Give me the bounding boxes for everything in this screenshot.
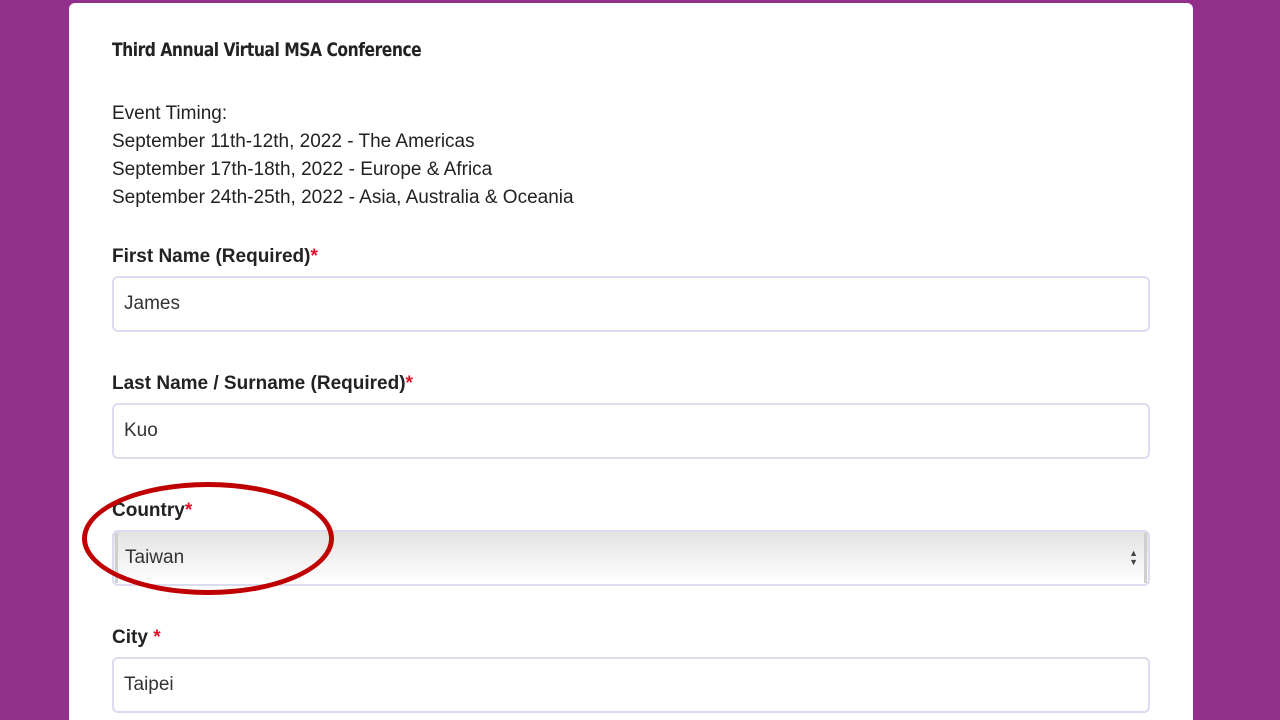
select-arrows-icon: ▲ ▼: [1129, 549, 1138, 567]
last-name-input[interactable]: [112, 403, 1150, 459]
event-timing: Event Timing: September 11th-12th, 2022 …: [112, 100, 574, 212]
last-name-label-text: Last Name / Surname (Required): [112, 373, 406, 394]
event-timing-heading: Event Timing:: [112, 103, 228, 124]
event-timing-europe-africa: September 17th-18th, 2022 - Europe & Afr…: [112, 159, 493, 180]
event-timing-asia-oceania: September 24th-25th, 2022 - Asia, Austra…: [112, 187, 574, 208]
registration-form-card: Third Annual Virtual MSA Conference Even…: [69, 3, 1193, 720]
country-label: Country*: [112, 500, 192, 522]
country-select-value: Taiwan: [125, 547, 185, 568]
city-label: City *: [112, 627, 161, 649]
first-name-label-text: First Name (Required): [112, 246, 311, 267]
city-label-text: City: [112, 627, 154, 648]
required-asterisk: *: [310, 246, 318, 267]
first-name-label: First Name (Required)*: [112, 246, 318, 268]
last-name-label: Last Name / Surname (Required)*: [112, 373, 413, 395]
required-asterisk: *: [184, 500, 193, 521]
country-label-text: Country: [112, 500, 185, 521]
required-asterisk: *: [405, 373, 413, 394]
city-input[interactable]: [112, 657, 1150, 713]
event-timing-americas: September 11th-12th, 2022 - The Americas: [112, 131, 475, 152]
required-asterisk: *: [153, 627, 161, 648]
first-name-input[interactable]: [112, 276, 1150, 332]
form-title: Third Annual Virtual MSA Conference: [112, 39, 422, 61]
select-arrow-down: ▼: [1129, 557, 1138, 567]
country-select[interactable]: Taiwan ▲ ▼: [112, 530, 1150, 586]
